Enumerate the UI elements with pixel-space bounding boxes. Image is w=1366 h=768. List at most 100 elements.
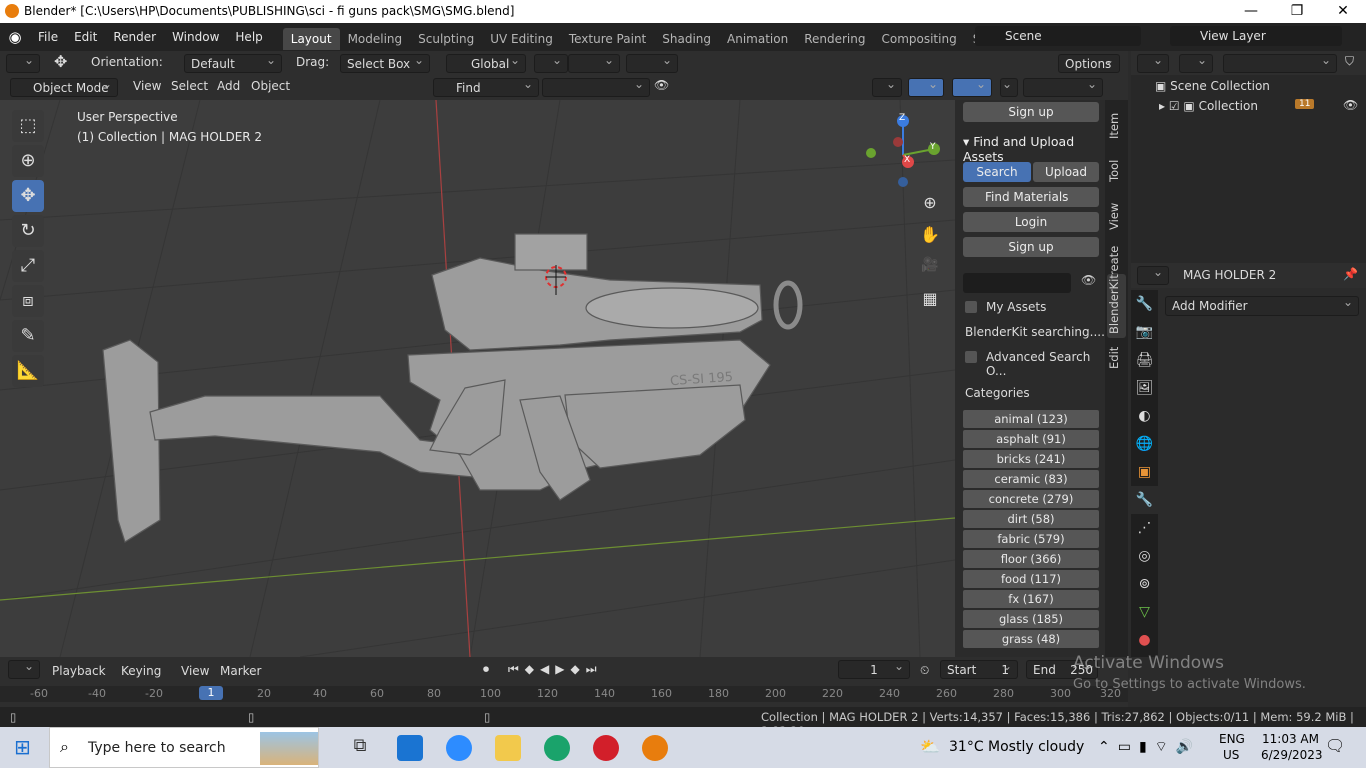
pin-icon[interactable]: 📌 bbox=[1343, 267, 1358, 281]
login-button[interactable]: Login bbox=[963, 212, 1099, 232]
snap-dropdown[interactable] bbox=[568, 51, 620, 73]
restore-button[interactable]: ❐ bbox=[1274, 0, 1320, 23]
upload-tab-button[interactable]: Upload bbox=[1033, 162, 1099, 182]
blender-taskbar-icon[interactable] bbox=[642, 735, 668, 761]
object-data-icon[interactable]: ▽ bbox=[1131, 598, 1158, 626]
3d-viewport[interactable]: User Perspective (1) Collection | MAG HO… bbox=[0, 100, 955, 657]
outliner-editor-dropdown[interactable] bbox=[1137, 51, 1169, 73]
advanced-search-checkbox[interactable] bbox=[965, 351, 977, 363]
annotate-tool-icon[interactable]: ✎ bbox=[12, 320, 44, 352]
tool-properties-icon[interactable]: 🔧 bbox=[1131, 290, 1158, 318]
menu-window[interactable]: Window bbox=[164, 23, 227, 51]
outliner-search-input[interactable] bbox=[1223, 51, 1337, 73]
menu-edit[interactable]: Edit bbox=[66, 23, 105, 51]
tab-compositing[interactable]: Compositing bbox=[873, 28, 964, 50]
category-item[interactable]: fabric (579) bbox=[963, 530, 1099, 548]
collection-visibility-icon[interactable]: 👁 bbox=[1343, 98, 1358, 112]
menu-marker[interactable]: Marker bbox=[220, 664, 261, 678]
editor-type-dropdown[interactable] bbox=[6, 51, 40, 73]
tab-view[interactable]: View bbox=[1107, 194, 1126, 238]
viewport-search-input[interactable] bbox=[542, 75, 650, 97]
scene-selector[interactable]: Scene bbox=[975, 26, 1141, 46]
category-item[interactable]: concrete (279) bbox=[963, 490, 1099, 508]
sign-up-top-button[interactable]: Sign up bbox=[963, 102, 1099, 122]
filter-icon[interactable]: ⛉ bbox=[1345, 54, 1354, 69]
rotate-tool-icon[interactable]: ↻ bbox=[12, 215, 44, 247]
pan-hand-icon[interactable]: ✋ bbox=[918, 225, 942, 249]
category-item[interactable]: fx (167) bbox=[963, 590, 1099, 608]
xray-toggle[interactable] bbox=[1000, 75, 1018, 97]
world-properties-icon[interactable]: 🌐 bbox=[1131, 430, 1158, 458]
find-materials-selector[interactable]: Find Materials bbox=[963, 187, 1099, 207]
menu-timeline-view[interactable]: View bbox=[181, 664, 209, 678]
tab-edit[interactable]: Edit bbox=[1107, 340, 1126, 376]
menu-object[interactable]: Object bbox=[251, 79, 290, 93]
measure-tool-icon[interactable]: 📐 bbox=[12, 355, 44, 387]
notifications-icon[interactable]: 🗨 bbox=[1325, 736, 1345, 755]
file-explorer-icon[interactable] bbox=[495, 735, 521, 761]
proportional-edit-dropdown[interactable] bbox=[626, 51, 678, 73]
particles-icon[interactable]: ⋰ bbox=[1131, 514, 1158, 542]
tab-rendering[interactable]: Rendering bbox=[796, 28, 873, 50]
opera-browser-icon[interactable] bbox=[593, 735, 619, 761]
grid-icon[interactable]: ▦ bbox=[918, 289, 942, 313]
tab-modeling[interactable]: Modeling bbox=[340, 28, 411, 50]
display-mode-dropdown[interactable] bbox=[1179, 51, 1213, 73]
blender-menu-icon[interactable]: ◉ bbox=[0, 28, 30, 46]
orientation-dropdown[interactable]: Default bbox=[184, 51, 282, 73]
category-item[interactable]: asphalt (91) bbox=[963, 430, 1099, 448]
tab-layout[interactable]: Layout bbox=[282, 27, 340, 50]
modifier-properties-icon[interactable]: 🔧 bbox=[1131, 486, 1158, 514]
options-dropdown[interactable]: Options bbox=[1058, 51, 1120, 73]
system-tray-icons[interactable]: ⌃▭▮⌔🔊 bbox=[1098, 738, 1201, 756]
tab-item[interactable]: Item bbox=[1107, 104, 1126, 148]
sign-up-button[interactable]: Sign up bbox=[963, 237, 1099, 257]
clock-time[interactable]: 11:03 AM bbox=[1262, 732, 1319, 746]
cursor-tool-icon[interactable]: ⊕ bbox=[12, 145, 44, 177]
menu-view[interactable]: View bbox=[133, 79, 161, 93]
record-button[interactable]: ⏺ bbox=[483, 662, 489, 677]
tab-tool[interactable]: Tool bbox=[1107, 150, 1126, 192]
tab-uv-editing[interactable]: UV Editing bbox=[482, 28, 561, 50]
object-properties-icon[interactable]: ▣ bbox=[1131, 458, 1158, 486]
eye-icon[interactable]: 👁 bbox=[654, 78, 669, 92]
tab-animation[interactable]: Animation bbox=[719, 28, 796, 50]
find-materials-dropdown[interactable]: Find Materials bbox=[433, 75, 539, 114]
tab-texture-paint[interactable]: Texture Paint bbox=[561, 28, 654, 50]
timeline-editor-dropdown[interactable] bbox=[8, 657, 40, 679]
zoom-icon[interactable]: ⊕ bbox=[918, 193, 942, 217]
close-button[interactable]: ✕ bbox=[1320, 0, 1366, 23]
playback-controls[interactable]: ⏮◆◀▶◆⏭ bbox=[508, 662, 603, 677]
my-assets-checkbox[interactable] bbox=[965, 301, 977, 313]
gizmo-toggle[interactable] bbox=[908, 75, 944, 97]
timeline-ruler[interactable]: -60 -40 -20 1 20 40 60 80 100 120 140 16… bbox=[0, 686, 1128, 702]
add-modifier-dropdown[interactable]: Add Modifier bbox=[1165, 293, 1359, 316]
category-item[interactable]: grass (48) bbox=[963, 630, 1099, 648]
category-item[interactable]: animal (123) bbox=[963, 410, 1099, 428]
navigation-gizmo[interactable]: Z Y X bbox=[862, 112, 948, 198]
category-item[interactable]: bricks (241) bbox=[963, 450, 1099, 468]
menu-file[interactable]: File bbox=[30, 23, 66, 51]
output-properties-icon[interactable]: 🖨 bbox=[1131, 346, 1158, 374]
menu-select[interactable]: Select bbox=[171, 79, 208, 93]
tab-sculpting[interactable]: Sculpting bbox=[410, 28, 482, 50]
drag-dropdown[interactable]: Select Box bbox=[340, 51, 430, 73]
scene-properties-icon[interactable]: ◐ bbox=[1131, 402, 1158, 430]
transform-tool-icon[interactable]: ⧈ bbox=[12, 285, 44, 317]
microsoft-store-icon[interactable] bbox=[397, 735, 423, 761]
category-item[interactable]: dirt (58) bbox=[963, 510, 1099, 528]
view-layer-selector[interactable]: View Layer bbox=[1170, 26, 1342, 46]
menu-help[interactable]: Help bbox=[227, 23, 270, 51]
weather-text[interactable]: 31°C Mostly cloudy bbox=[949, 739, 1084, 755]
tab-blenderkit[interactable]: BlenderKit bbox=[1107, 274, 1126, 338]
playhead-frame[interactable]: 1 bbox=[199, 686, 223, 700]
windows-start-icon[interactable]: ⊞ bbox=[14, 737, 34, 757]
category-item[interactable]: food (117) bbox=[963, 570, 1099, 588]
menu-add[interactable]: Add bbox=[217, 79, 240, 93]
scene-collection-row[interactable]: ▣ Scene Collection bbox=[1155, 79, 1270, 93]
collection-row[interactable]: ▸ ☑ ▣ Collection 11 👁 bbox=[1159, 98, 1359, 113]
category-item[interactable]: glass (185) bbox=[963, 610, 1099, 628]
object-mode-dropdown[interactable]: Object Mode bbox=[10, 75, 118, 97]
zoom-app-icon[interactable] bbox=[446, 735, 472, 761]
move-tool-icon[interactable]: ✥ bbox=[12, 180, 44, 212]
